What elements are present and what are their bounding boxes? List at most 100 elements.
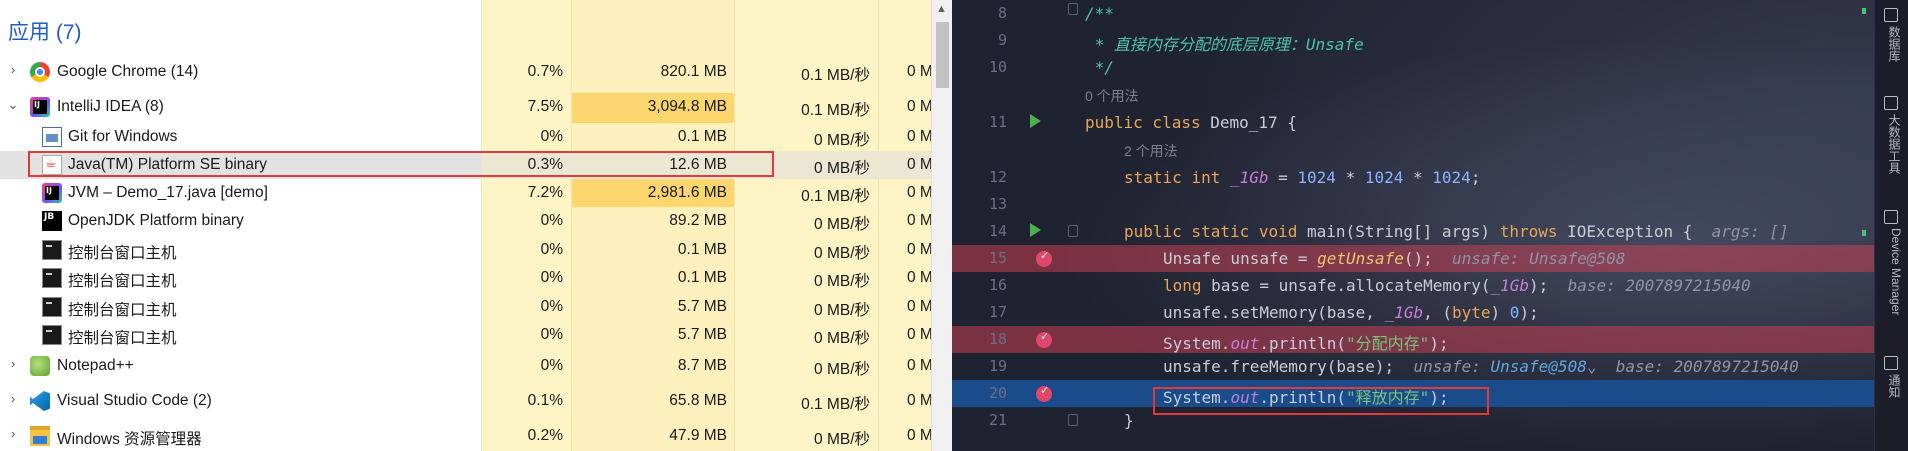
line-number: 11 <box>988 113 1007 131</box>
disk-value: 0 MB/秒 <box>814 216 870 233</box>
cpu-value: 0.1% <box>527 392 563 409</box>
process-row[interactable]: ⌄ IntelliJ IDEA (8) 7.5% 3,094.8 MB 0.1 MB/秒… <box>0 93 933 123</box>
code-text[interactable]: static int _1Gb = 1024 * 1024 * 1024; <box>1124 168 1480 187</box>
cpu-value: 0% <box>540 241 563 258</box>
ide-editor-panel: 8 /** 9 * 直接内存分配的底层原理：Unsafe 10 */ 0 个用法… <box>952 0 1908 451</box>
line-number: 8 <box>997 4 1007 22</box>
disk-value: 0 MB/秒 <box>814 330 870 347</box>
cpu-value: 0.2% <box>527 427 563 444</box>
code-text[interactable]: Unsafe unsafe = getUnsafe(); unsafe: Uns… <box>1163 249 1625 268</box>
process-row[interactable]: › Windows 资源管理器 0.2% 47.9 MB 0 MB/秒 0 M <box>0 422 933 451</box>
chevron-right-icon[interactable]: › <box>6 357 20 371</box>
scroll-up-icon[interactable]: ▲ <box>936 3 947 15</box>
process-name: Notepad++ <box>57 357 134 374</box>
fold-icon[interactable] <box>1068 225 1078 237</box>
chevron-right-icon[interactable]: › <box>6 63 20 77</box>
vertical-scrollbar[interactable]: ▲ <box>931 0 952 451</box>
process-row[interactable]: › Google Chrome (14) 0.7% 820.1 MB 0.1 MB/秒 0… <box>0 58 933 93</box>
cpu-value: 0% <box>540 298 563 315</box>
memory-value: 65.8 MB <box>669 392 727 409</box>
chrome-icon <box>30 62 50 82</box>
run-icon[interactable] <box>1030 114 1041 128</box>
process-name: Google Chrome (14) <box>57 63 199 80</box>
line-number: 10 <box>988 58 1007 76</box>
apps-group-title: 应用 (7) <box>8 21 82 44</box>
process-name: 控制台窗口主机 <box>68 330 177 347</box>
device-manager-icon[interactable] <box>1884 210 1898 224</box>
fold-icon[interactable] <box>1068 3 1078 15</box>
code-text[interactable]: * 直接内存分配的底层原理：Unsafe <box>1085 31 1364 55</box>
memory-value: 0.1 MB <box>677 241 727 258</box>
network-value: 0 M <box>907 392 933 409</box>
disk-value: 0.1 MB/秒 <box>801 67 870 84</box>
notifications-icon[interactable] <box>1884 356 1898 370</box>
code-line-14: 14 public static void main(String[] args… <box>952 218 1882 245</box>
execution-highlight-box <box>1153 387 1489 415</box>
process-row[interactable]: › Notepad++ 0% 8.7 MB 0 MB/秒 0 M <box>0 352 933 387</box>
process-name: Git for Windows <box>68 128 178 145</box>
breakpoint-icon[interactable] <box>1036 330 1052 348</box>
scroll-thumb[interactable] <box>936 22 949 88</box>
memory-value: 47.9 MB <box>669 427 727 444</box>
process-row[interactable]: 控制台窗口主机 0% 5.7 MB 0 MB/秒 0 M <box>0 321 933 352</box>
code-text[interactable]: System.out.println("分配内存"); <box>1163 330 1449 354</box>
memory-value: 5.7 MB <box>677 298 727 315</box>
process-row[interactable]: 控制台窗口主机 0% 0.1 MB 0 MB/秒 0 M <box>0 264 933 293</box>
line-number: 18 <box>988 330 1007 348</box>
code-text[interactable]: } <box>1124 411 1134 430</box>
code-text[interactable]: public static void main(String[] args) t… <box>1124 222 1789 241</box>
right-tool-window-bar: 数据库 大数据工具 Device Manager 通知 <box>1874 0 1908 451</box>
code-text[interactable]: unsafe.setMemory(base, _1Gb, (byte) 0); <box>1163 303 1539 322</box>
chevron-down-icon[interactable]: ⌄ <box>6 98 20 112</box>
run-icon[interactable] <box>1030 223 1041 237</box>
disk-value: 0 MB/秒 <box>814 132 870 149</box>
line-number: 16 <box>988 276 1007 294</box>
process-name: JVM – Demo_17.java [demo] <box>68 184 268 201</box>
fold-icon[interactable] <box>1068 414 1078 426</box>
code-text[interactable]: unsafe.freeMemory(base); unsafe: Unsafe@… <box>1163 357 1799 376</box>
memory-value: 0.1 MB <box>677 269 727 286</box>
usage-hint[interactable]: 2 个用法 <box>1124 141 1178 161</box>
process-row[interactable]: 控制台窗口主机 0% 0.1 MB 0 MB/秒 0 M <box>0 236 933 264</box>
intellij-icon <box>30 97 50 117</box>
line-number: 17 <box>988 303 1007 321</box>
console-icon <box>42 325 62 345</box>
toolbar-device-manager[interactable]: Device Manager <box>1881 228 1903 315</box>
task-manager-panel: 应用 (7) › Google Chrome (14) 0.7% 820.1 MB 0.… <box>0 0 952 451</box>
process-row[interactable]: 控制台窗口主机 0% 5.7 MB 0 MB/秒 0 M <box>0 293 933 321</box>
line-number: 14 <box>988 222 1007 240</box>
toolbar-database[interactable]: 数据库 <box>1881 26 1903 62</box>
code-line-15: 15 Unsafe unsafe = getUnsafe(); unsafe: … <box>952 245 1882 272</box>
code-line-9: 9 * 直接内存分配的底层原理：Unsafe <box>952 27 1882 54</box>
chevron-right-icon[interactable]: › <box>6 427 20 441</box>
code-text[interactable]: /** <box>1085 4 1114 23</box>
line-number: 15 <box>988 249 1007 267</box>
process-row[interactable]: OpenJDK Platform binary 0% 89.2 MB 0 MB/秒 0 … <box>0 207 933 236</box>
code-text[interactable]: public class Demo_17 { <box>1085 113 1297 132</box>
database-icon[interactable] <box>1884 8 1898 22</box>
console-icon <box>42 240 62 260</box>
toolbar-notifications[interactable]: 通知 <box>1881 374 1903 398</box>
breakpoint-icon[interactable] <box>1036 384 1052 402</box>
process-row[interactable]: › Visual Studio Code (2) 0.1% 65.8 MB 0.1 MB… <box>0 387 933 422</box>
cpu-value: 0.7% <box>527 63 563 80</box>
line-number: 21 <box>988 411 1007 429</box>
network-value: 0 M <box>907 298 933 315</box>
code-line-19: 19 unsafe.freeMemory(base); unsafe: Unsa… <box>952 353 1882 380</box>
code-line-16: 16 long base = unsafe.allocateMemory(_1G… <box>952 272 1882 299</box>
code-text[interactable]: long base = unsafe.allocateMemory(_1Gb);… <box>1163 276 1751 295</box>
code-text[interactable]: */ <box>1085 58 1114 77</box>
apps-group-header: 应用 (7) <box>0 0 480 58</box>
toolbar-bigdata-tools[interactable]: 大数据工具 <box>1881 114 1903 174</box>
network-value: 0 M <box>907 98 933 115</box>
usage-hint[interactable]: 0 个用法 <box>1085 86 1139 106</box>
process-row[interactable]: Git for Windows 0% 0.1 MB 0 MB/秒 0 M <box>0 123 933 151</box>
process-row[interactable]: JVM – Demo_17.java [demo] 7.2% 2,981.6 MB 0… <box>0 179 933 207</box>
line-number: 12 <box>988 168 1007 186</box>
breakpoint-icon[interactable] <box>1036 249 1052 267</box>
chevron-right-icon[interactable]: › <box>6 392 20 406</box>
bigdata-icon[interactable] <box>1884 96 1898 110</box>
code-line-13: 13 <box>952 191 1882 218</box>
cpu-value: 7.2% <box>527 184 563 201</box>
network-value: 0 M <box>907 184 933 201</box>
